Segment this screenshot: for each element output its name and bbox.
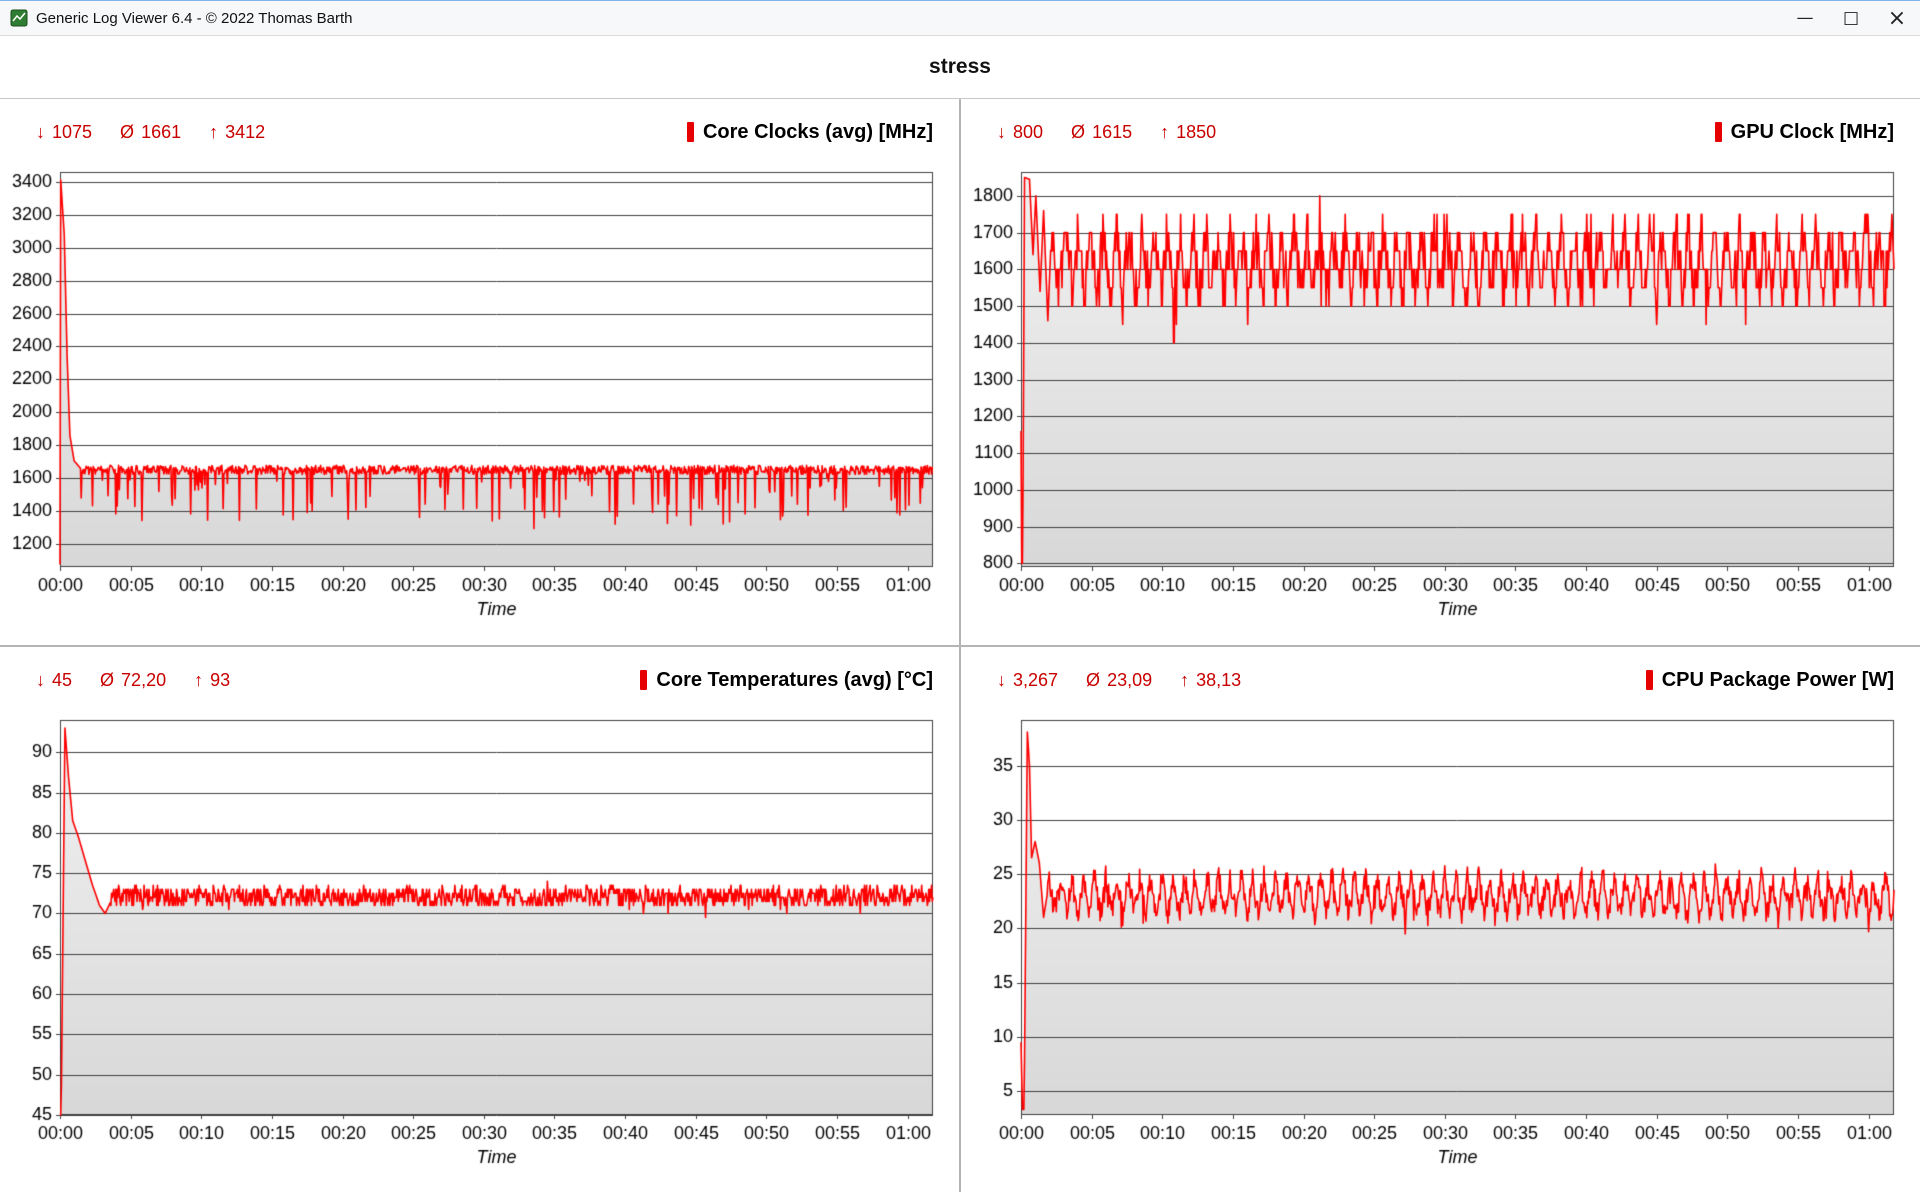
stat-min: ↓ 800 <box>997 122 1043 143</box>
min-arrow-icon: ↓ <box>36 122 45 143</box>
chart-header: ↓ 3,267 Ø 23,09 ↑ 38,13 CPU Package Powe… <box>961 647 1920 697</box>
chart-panel-cpu-package-power: ↓ 3,267 Ø 23,09 ↑ 38,13 CPU Package Powe… <box>961 647 1920 1192</box>
stat-max-value: 3412 <box>225 122 265 143</box>
chart-canvas-cpu-package-power[interactable] <box>961 697 1920 1192</box>
chart-panel-core-temperatures: ↓ 45 Ø 72,20 ↑ 93 Core Temperatures (avg… <box>0 647 959 1192</box>
stat-avg-value: 1661 <box>141 122 181 143</box>
stat-min-value: 800 <box>1013 122 1043 143</box>
stat-max: ↑ 93 <box>194 670 230 691</box>
stat-max: ↑ 1850 <box>1160 122 1216 143</box>
chart-title-text: GPU Clock [MHz] <box>1731 121 1894 144</box>
chart-title-text: Core Clocks (avg) [MHz] <box>703 121 933 144</box>
stat-min-value: 3,267 <box>1013 670 1058 691</box>
chart-title-text: Core Temperatures (avg) [°C] <box>656 669 933 692</box>
legend-swatch-icon <box>640 670 647 690</box>
stat-min-value: 1075 <box>52 122 92 143</box>
stat-avg: Ø 72,20 <box>100 670 166 691</box>
legend-swatch-icon <box>687 122 694 142</box>
app-icon-glyph <box>10 9 28 27</box>
legend-swatch-icon <box>1715 122 1722 142</box>
stat-avg: Ø 1615 <box>1071 122 1132 143</box>
chart-canvas-gpu-clock[interactable] <box>961 149 1920 645</box>
chart-grid: ↓ 1075 Ø 1661 ↑ 3412 Core Clocks (avg) [… <box>0 98 1920 1192</box>
app-icon[interactable] <box>10 9 28 27</box>
close-button[interactable]: × <box>1874 1 1920 35</box>
stat-avg-value: 23,09 <box>1107 670 1152 691</box>
stat-avg-value: 1615 <box>1092 122 1132 143</box>
chart-title: CPU Package Power [W] <box>1646 669 1894 692</box>
minimize-button[interactable]: — <box>1782 1 1828 35</box>
stat-max-value: 38,13 <box>1196 670 1241 691</box>
chart-title: GPU Clock [MHz] <box>1715 121 1894 144</box>
chart-canvas-core-clocks[interactable] <box>0 149 959 645</box>
chart-stats: ↓ 3,267 Ø 23,09 ↑ 38,13 <box>997 670 1241 691</box>
window-title: Generic Log Viewer 6.4 - © 2022 Thomas B… <box>36 10 1782 27</box>
chart-stats: ↓ 800 Ø 1615 ↑ 1850 <box>997 122 1216 143</box>
chart-stats: ↓ 45 Ø 72,20 ↑ 93 <box>36 670 230 691</box>
stat-avg: Ø 23,09 <box>1086 670 1152 691</box>
avg-symbol-icon: Ø <box>1071 122 1085 143</box>
stat-avg-value: 72,20 <box>121 670 166 691</box>
max-arrow-icon: ↑ <box>1160 122 1169 143</box>
stat-min-value: 45 <box>52 670 72 691</box>
chart-stats: ↓ 1075 Ø 1661 ↑ 3412 <box>36 122 265 143</box>
maximize-button[interactable]: □ <box>1828 1 1874 35</box>
stat-min: ↓ 3,267 <box>997 670 1058 691</box>
avg-symbol-icon: Ø <box>120 122 134 143</box>
stat-max-value: 93 <box>210 670 230 691</box>
stat-max: ↑ 38,13 <box>1180 670 1241 691</box>
max-arrow-icon: ↑ <box>194 670 203 691</box>
page-title: stress <box>929 55 991 79</box>
window-controls: — □ × <box>1782 1 1920 35</box>
chart-header: ↓ 800 Ø 1615 ↑ 1850 GPU Clock [MHz] <box>961 99 1920 149</box>
chart-title: Core Clocks (avg) [MHz] <box>687 121 933 144</box>
stat-min: ↓ 45 <box>36 670 72 691</box>
stat-max-value: 1850 <box>1176 122 1216 143</box>
chart-header: ↓ 45 Ø 72,20 ↑ 93 Core Temperatures (avg… <box>0 647 959 697</box>
min-arrow-icon: ↓ <box>997 122 1006 143</box>
titlebar[interactable]: Generic Log Viewer 6.4 - © 2022 Thomas B… <box>0 0 1920 36</box>
stat-min: ↓ 1075 <box>36 122 92 143</box>
avg-symbol-icon: Ø <box>1086 670 1100 691</box>
page-header: stress <box>0 36 1920 98</box>
chart-canvas-core-temperatures[interactable] <box>0 697 959 1192</box>
stat-avg: Ø 1661 <box>120 122 181 143</box>
chart-title: Core Temperatures (avg) [°C] <box>640 669 933 692</box>
chart-header: ↓ 1075 Ø 1661 ↑ 3412 Core Clocks (avg) [… <box>0 99 959 149</box>
max-arrow-icon: ↑ <box>1180 670 1189 691</box>
avg-symbol-icon: Ø <box>100 670 114 691</box>
max-arrow-icon: ↑ <box>209 122 218 143</box>
min-arrow-icon: ↓ <box>997 670 1006 691</box>
stat-max: ↑ 3412 <box>209 122 265 143</box>
chart-panel-gpu-clock: ↓ 800 Ø 1615 ↑ 1850 GPU Clock [MHz] <box>961 99 1920 645</box>
chart-title-text: CPU Package Power [W] <box>1662 669 1894 692</box>
min-arrow-icon: ↓ <box>36 670 45 691</box>
legend-swatch-icon <box>1646 670 1653 690</box>
chart-panel-core-clocks: ↓ 1075 Ø 1661 ↑ 3412 Core Clocks (avg) [… <box>0 99 959 645</box>
